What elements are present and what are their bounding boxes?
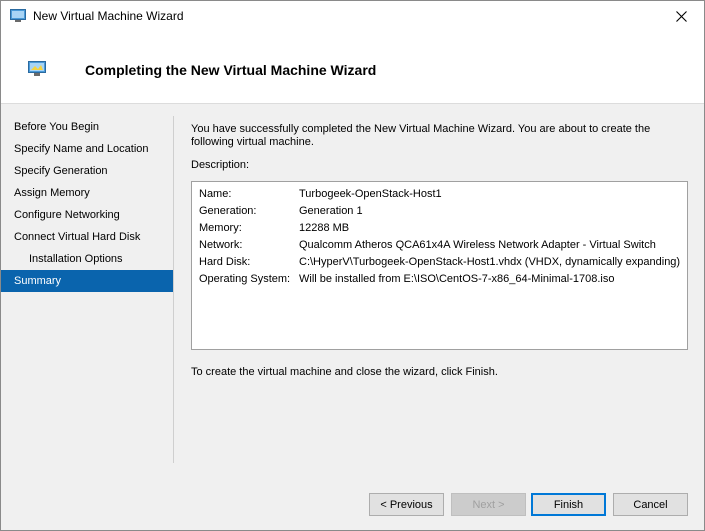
wizard-steps-nav: Before You Begin Specify Name and Locati…: [1, 116, 173, 292]
description-row-name: Name: Turbogeek-OpenStack-Host1: [199, 186, 687, 203]
description-value: Will be installed from E:\ISO\CentOS-7-x…: [299, 273, 615, 285]
description-row-hard-disk: Hard Disk: C:\HyperV\Turbogeek-OpenStack…: [199, 254, 687, 271]
summary-content: You have successfully completed the New …: [191, 123, 691, 378]
description-row-generation: Generation: Generation 1: [199, 203, 687, 220]
cancel-button[interactable]: Cancel: [613, 493, 688, 516]
window-title: New Virtual Machine Wizard: [33, 9, 184, 23]
description-key: Name:: [199, 188, 232, 200]
finish-button[interactable]: Finish: [531, 493, 606, 516]
description-row-operating-system: Operating System: Will be installed from…: [199, 271, 687, 288]
description-box[interactable]: Name: Turbogeek-OpenStack-Host1 Generati…: [191, 181, 688, 350]
finish-instruction: To create the virtual machine and close …: [191, 366, 498, 378]
description-key: Memory:: [199, 222, 242, 234]
wizard-header: Completing the New Virtual Machine Wizar…: [1, 31, 704, 104]
intro-text: You have successfully completed the New …: [191, 123, 651, 148]
nav-item-connect-virtual-hard-disk[interactable]: Connect Virtual Hard Disk: [1, 226, 173, 248]
description-key: Generation:: [199, 205, 257, 217]
nav-item-before-you-begin[interactable]: Before You Begin: [1, 116, 173, 138]
virtual-machine-icon: [28, 61, 46, 76]
title-bar[interactable]: New Virtual Machine Wizard: [1, 1, 704, 31]
virtual-machine-icon: [10, 9, 26, 22]
next-button[interactable]: Next >: [451, 493, 526, 516]
nav-item-configure-networking[interactable]: Configure Networking: [1, 204, 173, 226]
description-value: Generation 1: [299, 205, 363, 217]
description-value: Turbogeek-OpenStack-Host1: [299, 188, 442, 200]
wizard-window: New Virtual Machine Wizard Completing th…: [0, 0, 705, 531]
nav-item-specify-generation[interactable]: Specify Generation: [1, 160, 173, 182]
description-value: Qualcomm Atheros QCA61x4A Wireless Netwo…: [299, 239, 656, 251]
description-key: Operating System:: [199, 273, 291, 285]
nav-item-installation-options[interactable]: Installation Options: [1, 248, 173, 270]
page-title: Completing the New Virtual Machine Wizar…: [85, 62, 377, 78]
nav-item-specify-name-and-location[interactable]: Specify Name and Location: [1, 138, 173, 160]
description-row-memory: Memory: 12288 MB: [199, 220, 687, 237]
nav-item-summary[interactable]: Summary: [1, 270, 173, 292]
description-key: Network:: [199, 239, 243, 251]
description-value: C:\HyperV\Turbogeek-OpenStack-Host1.vhdx…: [299, 256, 681, 268]
close-button[interactable]: [658, 1, 704, 31]
nav-divider: [173, 116, 174, 463]
description-row-network: Network: Qualcomm Atheros QCA61x4A Wirel…: [199, 237, 687, 254]
previous-button[interactable]: < Previous: [369, 493, 444, 516]
description-value: 12288 MB: [299, 222, 350, 234]
description-key: Hard Disk:: [199, 256, 251, 268]
close-icon: [675, 10, 687, 22]
description-label: Description:: [191, 159, 250, 171]
nav-item-assign-memory[interactable]: Assign Memory: [1, 182, 173, 204]
